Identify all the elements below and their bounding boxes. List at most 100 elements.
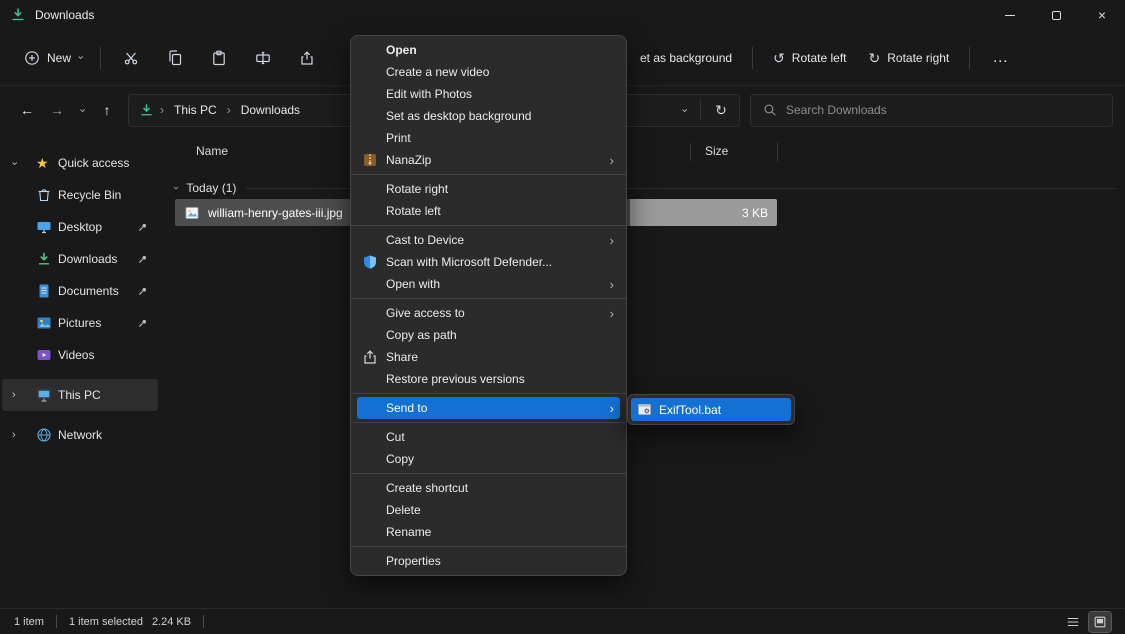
menu-item-scan-with-microsoft-defender[interactable]: Scan with Microsoft Defender... — [351, 251, 626, 273]
breadcrumb-downloads[interactable]: Downloads — [233, 97, 308, 123]
desktop-icon — [36, 219, 52, 235]
column-header-name[interactable]: Name — [196, 144, 228, 158]
maximize-button[interactable] — [1033, 0, 1079, 30]
rotate-right-button[interactable]: ↻ Rotate right — [859, 40, 960, 76]
toolbar-right-cluster: et as background ↺ Rotate left ↻ Rotate … — [630, 30, 1022, 86]
menu-separator — [351, 422, 626, 423]
submenu-arrow-icon: › — [610, 307, 614, 320]
details-view-button[interactable] — [1062, 612, 1084, 632]
submenu-item-exiftool-bat[interactable]: ExifTool.bat — [631, 398, 791, 421]
menu-item-give-access-to[interactable]: Give access to › — [351, 302, 626, 324]
videos-icon — [36, 347, 52, 363]
chevron-down-icon: › — [678, 108, 689, 112]
large-icons-view-button[interactable] — [1089, 612, 1111, 632]
group-header-today[interactable]: › Today (1) — [174, 177, 1117, 199]
menu-item-copy-as-path[interactable]: Copy as path — [351, 324, 626, 346]
menu-item-create-a-new-video[interactable]: Create a new video — [351, 61, 626, 83]
group-collapse-chevron-icon[interactable]: › — [171, 186, 181, 189]
up-button[interactable]: ↑ — [92, 95, 122, 125]
address-bar-divider — [700, 100, 701, 120]
recent-locations-button[interactable]: › — [72, 95, 92, 125]
status-divider — [56, 615, 57, 628]
rotate-left-button[interactable]: ↺ Rotate left — [763, 40, 856, 76]
menu-item-print[interactable]: Print — [351, 127, 626, 149]
menu-item-open[interactable]: Open — [351, 39, 626, 61]
maximize-icon — [1052, 11, 1061, 20]
sidebar-item-label: Pictures — [58, 316, 101, 330]
sidebar-item-pictures[interactable]: Pictures — [2, 307, 158, 339]
menu-item-cut[interactable]: Cut — [351, 426, 626, 448]
search-icon — [763, 103, 777, 117]
sidebar-item-network[interactable]: › Network — [2, 419, 158, 451]
documents-icon — [36, 283, 52, 299]
title-bar: Downloads × — [0, 0, 1125, 30]
forward-button[interactable]: → — [42, 95, 72, 125]
details-view-icon — [1066, 615, 1080, 629]
menu-item-create-shortcut[interactable]: Create shortcut — [351, 477, 626, 499]
share-button[interactable] — [285, 40, 329, 76]
column-divider[interactable] — [690, 143, 691, 161]
expander-chevron-icon[interactable]: › — [12, 429, 16, 441]
file-size-cell: 3 KB — [630, 199, 777, 226]
expander-chevron-icon[interactable]: › — [8, 161, 19, 165]
sidebar-item-desktop[interactable]: Desktop — [2, 211, 158, 243]
pin-icon — [137, 318, 148, 329]
back-button[interactable]: ← — [12, 95, 42, 125]
breadcrumb-this-pc[interactable]: This PC — [166, 97, 225, 123]
refresh-button[interactable]: ↻ — [707, 96, 735, 124]
minimize-button[interactable] — [987, 0, 1033, 30]
breadcrumb-chevron-icon: › — [158, 103, 166, 117]
menu-item-cast-to-device[interactable]: Cast to Device › — [351, 229, 626, 251]
new-button-label: New — [47, 51, 71, 65]
set-as-background-button[interactable]: et as background — [630, 40, 742, 76]
sidebar-item-documents[interactable]: Documents — [2, 275, 158, 307]
menu-item-rename[interactable]: Rename — [351, 521, 626, 543]
rotate-right-label: Rotate right — [887, 51, 949, 65]
rotate-right-icon: ↻ — [869, 51, 881, 65]
recycle-bin-icon — [36, 187, 52, 203]
menu-item-restore-previous-versions[interactable]: Restore previous versions — [351, 368, 626, 390]
copy-button[interactable] — [153, 40, 197, 76]
column-header-size[interactable]: Size — [705, 144, 728, 158]
large-icons-view-icon — [1093, 615, 1107, 629]
item-count: 1 item — [14, 616, 44, 628]
chevron-down-icon: › — [74, 56, 85, 60]
menu-item-set-as-desktop-background[interactable]: Set as desktop background — [351, 105, 626, 127]
rename-button[interactable] — [241, 40, 285, 76]
context-menu: Open Create a new video Edit with Photos… — [350, 35, 627, 576]
batch-file-icon — [637, 402, 652, 417]
sidebar-item-downloads[interactable]: Downloads — [2, 243, 158, 275]
menu-item-edit-with-photos[interactable]: Edit with Photos — [351, 83, 626, 105]
menu-item-rotate-left[interactable]: Rotate left — [351, 200, 626, 222]
menu-item-properties[interactable]: Properties — [351, 550, 626, 572]
search-box[interactable]: Search Downloads — [750, 94, 1113, 127]
menu-item-open-with[interactable]: Open with › — [351, 273, 626, 295]
paste-icon — [211, 50, 227, 66]
sidebar-item-recycle-bin[interactable]: Recycle Bin — [2, 179, 158, 211]
menu-item-send-to[interactable]: Send to › — [357, 397, 620, 419]
cut-icon — [123, 50, 139, 66]
menu-item-rotate-right[interactable]: Rotate right — [351, 178, 626, 200]
more-options-button[interactable]: … — [980, 40, 1022, 76]
close-button[interactable]: × — [1079, 0, 1125, 30]
cut-button[interactable] — [109, 40, 153, 76]
menu-item-copy[interactable]: Copy — [351, 448, 626, 470]
sidebar-item-label: This PC — [58, 388, 101, 402]
sidebar-item-videos[interactable]: Videos — [2, 339, 158, 371]
menu-item-delete[interactable]: Delete — [351, 499, 626, 521]
sidebar-item-label: Recycle Bin — [58, 188, 121, 202]
menu-item-share[interactable]: Share — [351, 346, 626, 368]
sidebar-item-quick-access[interactable]: › ★ Quick access — [2, 147, 158, 179]
paste-button[interactable] — [197, 40, 241, 76]
address-dropdown-button[interactable]: › — [674, 95, 694, 125]
column-divider[interactable] — [777, 143, 778, 161]
sidebar-item-label: Documents — [58, 284, 119, 298]
new-button[interactable]: New › — [14, 40, 92, 76]
sidebar-item-this-pc[interactable]: › This PC — [2, 379, 158, 411]
menu-item-nanazip[interactable]: NanaZip › — [351, 149, 626, 171]
expander-chevron-icon[interactable]: › — [12, 389, 16, 401]
window-controls: × — [987, 0, 1125, 30]
sidebar-item-label: Desktop — [58, 220, 102, 234]
back-icon: ← — [20, 102, 34, 118]
this-pc-icon — [36, 387, 52, 403]
